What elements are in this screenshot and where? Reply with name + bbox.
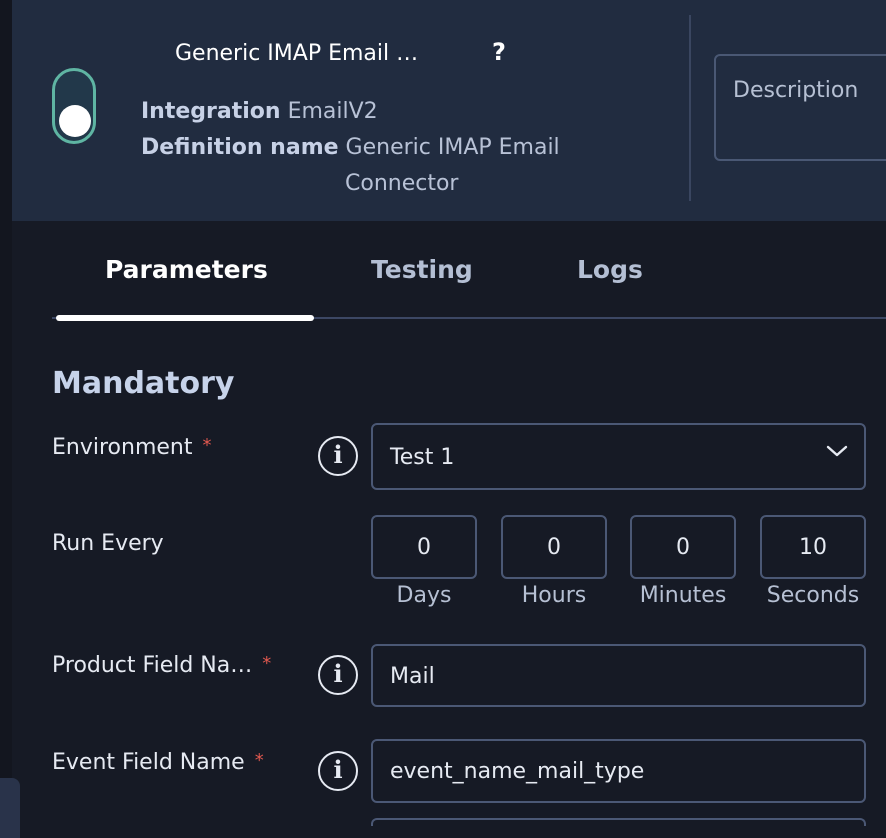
section-title: Mandatory	[52, 366, 235, 401]
definition-row: Definition name Generic IMAP Email	[141, 135, 560, 160]
integration-value: EmailV2	[287, 99, 378, 124]
toggle-knob	[59, 105, 91, 137]
tab-testing[interactable]: Testing	[371, 255, 473, 284]
left-nav-strip	[0, 0, 12, 826]
info-icon[interactable]: i	[318, 751, 358, 791]
minutes-label: Minutes	[639, 583, 727, 608]
minutes-input[interactable]: 0	[630, 515, 736, 579]
event-field-name-label: Event Field Name *	[52, 750, 264, 775]
days-input[interactable]: 0	[371, 515, 477, 579]
product-field-name-input[interactable]: Mail	[371, 644, 866, 707]
tab-parameters[interactable]: Parameters	[105, 255, 268, 284]
product-field-name-label: Product Field Na… *	[52, 653, 272, 678]
environment-value: Test 1	[390, 445, 455, 470]
required-mark: *	[262, 653, 272, 674]
integration-header: Generic IMAP Email … ? Integration Email…	[12, 0, 886, 221]
seconds-label: Seconds	[766, 583, 860, 608]
info-icon[interactable]: i	[318, 655, 358, 695]
active-tab-indicator	[56, 315, 314, 321]
required-mark: *	[254, 750, 264, 771]
environment-select[interactable]: Test 1	[371, 423, 866, 490]
event-field-name-input[interactable]: event_name_mail_type	[371, 739, 866, 803]
days-label: Days	[396, 583, 452, 608]
run-every-label: Run Every	[52, 531, 164, 556]
hours-label: Hours	[521, 583, 587, 608]
environment-label: Environment *	[52, 435, 212, 460]
integration-title: Generic IMAP Email …	[175, 41, 419, 66]
seconds-input[interactable]: 10	[760, 515, 866, 579]
description-input[interactable]: Description	[714, 54, 886, 161]
required-mark: *	[202, 435, 212, 456]
definition-label: Definition name	[141, 135, 339, 160]
integration-label: Integration	[141, 99, 281, 124]
header-divider	[689, 15, 691, 201]
integration-row: Integration EmailV2	[141, 99, 378, 124]
definition-value: Generic IMAP Email	[345, 135, 560, 160]
hours-input[interactable]: 0	[501, 515, 607, 579]
info-icon[interactable]: i	[318, 436, 358, 476]
help-icon[interactable]: ?	[492, 38, 506, 66]
enable-toggle[interactable]	[52, 68, 96, 144]
chevron-down-icon	[826, 445, 848, 457]
description-placeholder: Description	[733, 78, 859, 103]
definition-value-cont: Connector	[345, 171, 459, 196]
side-panel-handle[interactable]	[0, 778, 20, 838]
tab-logs[interactable]: Logs	[577, 255, 643, 284]
next-field-input[interactable]	[371, 818, 866, 826]
